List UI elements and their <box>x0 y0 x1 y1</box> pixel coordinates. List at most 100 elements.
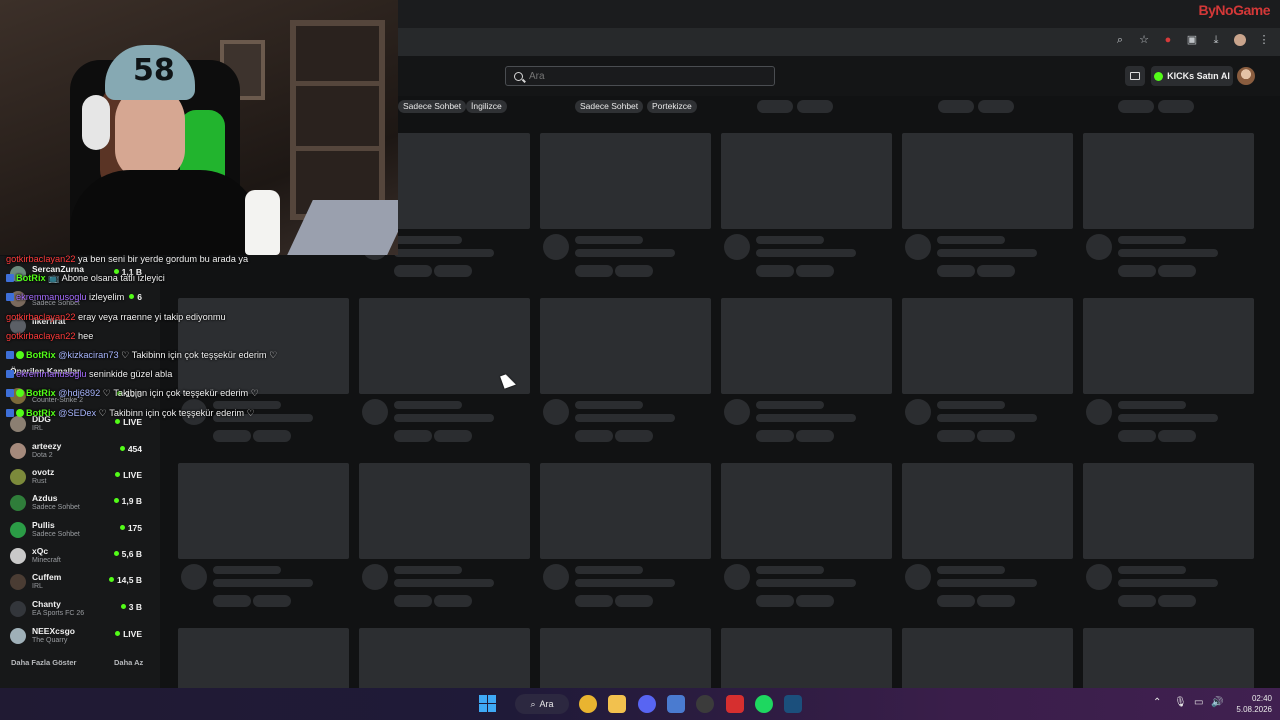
tag-skeleton <box>615 595 653 607</box>
steam-icon[interactable] <box>784 695 802 713</box>
show-more-button[interactable]: Daha Fazla Göster <box>11 658 76 667</box>
profile-icon[interactable] <box>1234 34 1246 46</box>
body-illustration <box>70 170 260 255</box>
subtitle-skeleton <box>1118 249 1218 257</box>
user-avatar[interactable] <box>1237 67 1255 85</box>
avatar-skeleton <box>543 564 569 590</box>
microphone-icon[interactable]: 🎙 <box>1174 697 1187 708</box>
chat-username[interactable]: BotRix <box>26 408 56 418</box>
stream-thumbnail-skeleton <box>902 298 1073 394</box>
viewer-count: 1,9 B <box>113 496 142 506</box>
sidebar-channel[interactable]: Chanty EA Sports FC 26 3 B <box>10 599 150 623</box>
show-less-button[interactable]: Daha Az <box>114 658 143 667</box>
layout-button[interactable] <box>1125 66 1145 86</box>
shelf-illustration <box>290 20 385 220</box>
chat-username[interactable]: gotkirbaclayan22 <box>6 254 75 264</box>
avatar-skeleton <box>905 399 931 425</box>
chat-username[interactable]: ekremmanusoglu <box>16 292 86 302</box>
tag-skeleton <box>575 430 613 442</box>
chat-username[interactable]: BotRix <box>26 350 56 360</box>
obs-icon[interactable] <box>696 695 714 713</box>
channel-name: Pullis <box>32 520 55 530</box>
tag-skeleton <box>796 595 834 607</box>
chat-mention[interactable]: @kizkaciran73 <box>58 350 118 360</box>
chat-message: BotRix 📺 Abone olsana tatlı izleyici <box>6 271 306 290</box>
menu-icon[interactable]: ⋮ <box>1258 34 1270 46</box>
channel-avatar <box>10 628 26 644</box>
avatar-skeleton <box>543 234 569 260</box>
search-bar[interactable] <box>505 66 775 86</box>
tag-skeleton <box>394 265 432 277</box>
red-app-icon[interactable] <box>726 695 744 713</box>
tag-skeleton <box>756 595 794 607</box>
chat-text: eray veya rraenne yi takip ediyonmu <box>78 311 226 322</box>
taskbar-search[interactable]: ⌕ Ara <box>515 694 569 714</box>
channel-avatar <box>10 601 26 617</box>
spotify-icon[interactable] <box>755 695 773 713</box>
windows-start-icon[interactable] <box>479 695 496 712</box>
tag-chip[interactable]: İngilizce <box>466 100 507 113</box>
subtitle-skeleton <box>394 249 494 257</box>
title-skeleton <box>575 401 643 409</box>
sidebar-channel[interactable]: Pullis Sadece Sohbet 175 <box>10 520 150 544</box>
subtitle-skeleton <box>394 414 494 422</box>
clock-date: 5.08.2026 <box>1236 705 1272 714</box>
beanie-illustration: 58 <box>105 45 195 100</box>
viewer-count-label: 454 <box>127 444 142 454</box>
tag-skeleton <box>394 430 432 442</box>
sidebar-channel[interactable]: NEEXcsgo The Quarry LIVE <box>10 626 150 650</box>
taskbar-clock[interactable]: 02:40 5.08.2026 <box>1236 693 1272 715</box>
file-explorer-icon[interactable] <box>608 695 626 713</box>
chat-text: ♡ Takibinn için çok teşşekür ederim ♡ <box>121 349 278 360</box>
chat-text: izleyelim <box>89 292 125 303</box>
sidebar-channel[interactable]: Azdus Sadece Sohbet 1,9 B <box>10 493 150 517</box>
subtitle-skeleton <box>756 414 856 422</box>
channel-name: xQc <box>32 546 49 556</box>
vpn-icon[interactable] <box>667 695 685 713</box>
sidebar-channel[interactable]: arteezy Dota 2 454 <box>10 441 150 465</box>
zoom-icon[interactable]: ⌕ <box>1114 34 1126 46</box>
download-icon[interactable]: ⤓ <box>1210 34 1222 46</box>
chat-username[interactable]: gotkirbaclayan22 <box>6 312 75 322</box>
stream-thumbnail-skeleton <box>1083 133 1254 229</box>
chat-message: ekremmanusoglu izleyelim <box>6 290 306 309</box>
chat-mention[interactable]: @hdj6892 <box>58 388 100 398</box>
title-skeleton <box>756 401 824 409</box>
tag-chip[interactable]: Sadece Sohbet <box>575 100 644 113</box>
search-input[interactable] <box>529 70 759 82</box>
chrome-icon[interactable] <box>579 695 597 713</box>
tag-skeleton <box>937 595 975 607</box>
puzzle-icon[interactable]: ▣ <box>1186 34 1198 46</box>
chat-text: 📺 Abone olsana tatlı izleyici <box>48 273 165 284</box>
chat-mention[interactable]: @SEDex <box>58 408 96 418</box>
tray-chevron-icon[interactable]: ⌃ <box>1153 697 1161 708</box>
viewer-count: 175 <box>119 523 142 533</box>
sidebar-channel[interactable]: ovotz Rust LIVE <box>10 467 150 491</box>
volume-icon[interactable]: 🔊 <box>1211 697 1223 708</box>
live-dot-icon <box>115 472 121 477</box>
sidebar-channel[interactable]: Cuffem IRL 14,5 B <box>10 572 150 596</box>
star-icon[interactable]: ☆ <box>1138 34 1150 46</box>
avatar-skeleton <box>1086 399 1112 425</box>
tag-skeleton <box>213 595 251 607</box>
chat-username[interactable]: BotRix <box>26 388 56 398</box>
chat-overlay: gotkirbaclayan22 ya ben seni bir yerde g… <box>6 252 306 425</box>
channel-category: IRL <box>32 425 43 432</box>
network-icon[interactable]: ▭ <box>1194 697 1203 708</box>
channel-category: Sadece Sohbet <box>32 504 80 511</box>
tag-chip[interactable]: Sadece Sohbet <box>398 100 467 113</box>
extension-red-icon[interactable]: ● <box>1162 34 1174 46</box>
kicks-coin-icon <box>1154 71 1164 81</box>
discord-icon[interactable] <box>638 695 656 713</box>
channel-category: EA Sports FC 26 <box>32 610 85 617</box>
tag-skeleton <box>978 100 1014 113</box>
user-badge-icon <box>6 350 14 359</box>
kicks-buy-button[interactable]: KICKs Satın Al <box>1151 66 1233 86</box>
chat-username[interactable]: BotRix <box>16 273 46 283</box>
chat-username[interactable]: gotkirbaclayan22 <box>6 331 75 341</box>
browser-toolbar-icons: ⌕ ☆ ● ▣ ⤓ ⋮ <box>1114 34 1270 46</box>
sidebar-channel[interactable]: xQc Minecraft 5,6 B <box>10 546 150 570</box>
tag-chip[interactable]: Portekizce <box>647 100 697 113</box>
channel-name: ovotz <box>32 467 55 477</box>
chat-username[interactable]: ekremmanusoglu <box>16 369 86 379</box>
